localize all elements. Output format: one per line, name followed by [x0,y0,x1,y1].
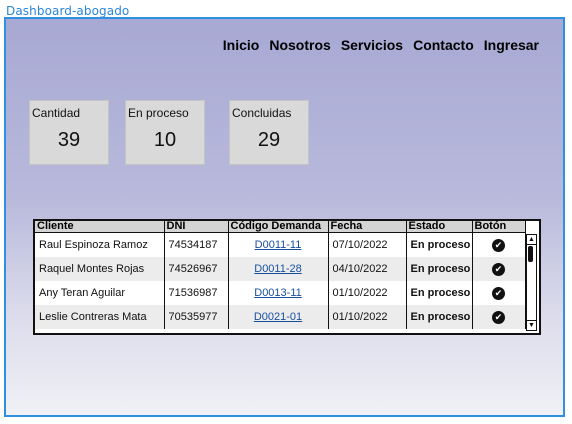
table-row: Leslie Contreras Mata 70535977 D0021-01 … [35,305,526,329]
cell-cliente: Raul Espinoza Ramoz [35,232,165,257]
header-codigo: Código Demanda [228,221,329,233]
header-boton: Botón [472,221,526,233]
cell-codigo: D0013-11 [228,281,329,305]
codigo-link[interactable]: D0013-11 [254,287,302,299]
check-circle-icon[interactable]: ✔ [492,238,505,252]
dashboard-frame: Inicio Nosotros Servicios Contacto Ingre… [4,17,565,417]
header-estado: Estado [406,221,473,233]
scroll-down-icon[interactable]: ▼ [527,320,536,330]
nav-ingresar[interactable]: Ingresar [484,37,539,53]
card-value: 10 [153,129,177,151]
cell-cliente: Any Teran Aguilar [35,281,165,305]
card-label: Concluidas [232,106,292,120]
codigo-link[interactable]: D0011-28 [254,263,302,275]
cell-dni: 74526967 [164,257,229,281]
cell-dni: 70535977 [164,305,229,329]
codigo-link[interactable]: D0021-01 [254,311,302,323]
cell-dni: 71536987 [164,281,229,305]
cell-boton: ✔ [472,232,526,257]
cell-fecha: 04/10/2022 [328,257,407,281]
nav-servicios[interactable]: Servicios [341,37,403,53]
cases-table-container: Cliente DNI Código Demanda Fecha Estado … [33,219,541,335]
cell-codigo: D0021-01 [228,305,329,329]
nav-contacto[interactable]: Contacto [413,37,474,53]
check-circle-icon[interactable]: ✔ [492,310,505,324]
cell-estado: En proceso [406,232,473,257]
header-fecha: Fecha [328,221,407,233]
cell-boton: ✔ [472,281,526,305]
header-cliente: Cliente [35,221,165,233]
cases-table: Cliente DNI Código Demanda Fecha Estado … [35,221,526,329]
check-circle-icon[interactable]: ✔ [492,262,505,276]
cell-boton: ✔ [472,305,526,329]
table-header-row: Cliente DNI Código Demanda Fecha Estado … [35,221,526,233]
header-dni: DNI [164,221,229,233]
cell-cliente: Leslie Contreras Mata [35,305,165,329]
nav-nosotros[interactable]: Nosotros [269,37,330,53]
scroll-up-icon[interactable]: ▲ [527,235,536,245]
card-label: Cantidad [32,106,81,120]
card-concluidas: Concluidas 29 [229,100,309,165]
card-value: 29 [257,129,281,151]
codigo-link[interactable]: D0011-11 [255,239,302,251]
card-label: En proceso [128,106,189,120]
top-nav: Inicio Nosotros Servicios Contacto Ingre… [223,37,539,53]
frame-title: Dashboard-abogado [6,4,130,18]
card-value: 39 [57,129,81,151]
table-row: Raul Espinoza Ramoz 74534187 D0011-11 07… [35,232,526,257]
scroll-thumb[interactable] [528,246,533,262]
nav-inicio[interactable]: Inicio [223,37,260,53]
cell-boton: ✔ [472,257,526,281]
table-scrollbar[interactable]: ▲ ▼ [526,234,537,331]
card-cantidad: Cantidad 39 [29,100,109,165]
table-row: Raquel Montes Rojas 74526967 D0011-28 04… [35,257,526,281]
card-en-proceso: En proceso 10 [125,100,205,165]
table-row: Any Teran Aguilar 71536987 D0013-11 01/1… [35,281,526,305]
check-circle-icon[interactable]: ✔ [492,286,505,300]
cell-fecha: 07/10/2022 [328,232,407,257]
cell-estado: En proceso [406,281,473,305]
cell-estado: En proceso [406,257,473,281]
cell-fecha: 01/10/2022 [328,281,407,305]
cell-codigo: D0011-11 [228,232,329,257]
cell-fecha: 01/10/2022 [328,305,407,329]
cell-estado: En proceso [406,305,473,329]
cell-cliente: Raquel Montes Rojas [35,257,165,281]
cell-codigo: D0011-28 [228,257,329,281]
cell-dni: 74534187 [164,232,229,257]
